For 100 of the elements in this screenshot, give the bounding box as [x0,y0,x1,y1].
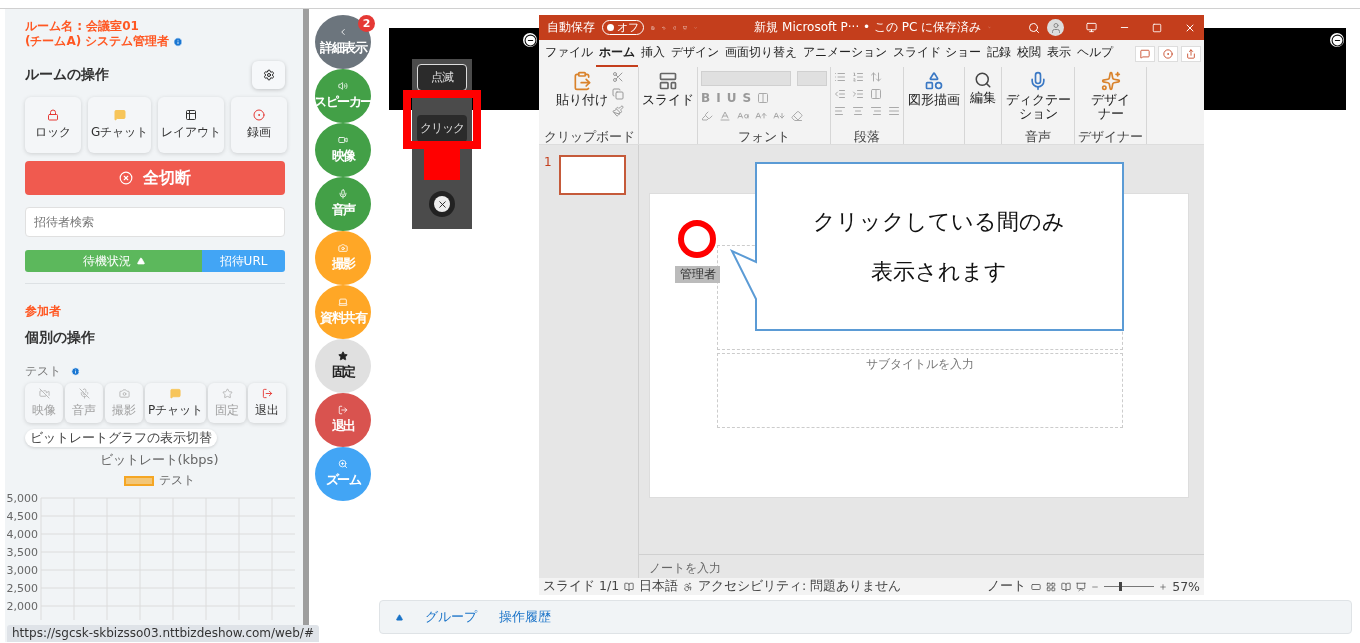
columns-icon[interactable] [870,88,882,100]
align-left-icon[interactable] [834,105,846,117]
maximize-icon[interactable] [1152,22,1162,33]
font-color-icon[interactable] [719,110,731,122]
participant-action-button[interactable]: Pチャット [145,383,207,423]
axis-tick-label: 3,500 [6,546,38,559]
user-role: (チームA) システム管理者 [25,34,170,49]
scissors-icon[interactable] [611,71,624,83]
eraser-icon[interactable] [791,110,803,122]
normal-view-icon[interactable] [1031,581,1042,592]
laptop-icon [338,297,348,307]
record-button[interactable] [1158,45,1178,62]
subtitle-placeholder-text: サブタイトルを入力 [866,356,974,373]
record-icon [1163,48,1173,59]
chevron-left-icon [338,27,348,37]
share-button[interactable] [1181,45,1201,62]
ribbon-tab[interactable]: 校閲 [1013,40,1044,67]
share-icon [1186,48,1196,59]
drawing-button[interactable]: 図形描画 [907,69,961,109]
room-action-button[interactable]: ロック [25,97,81,153]
numbered-list-icon[interactable] [852,71,864,83]
grid-icon [185,109,198,121]
comment-button[interactable] [1135,45,1155,62]
group-label: 段落 [853,129,881,144]
font-size-field[interactable] [797,71,827,86]
comment-icon [1140,48,1150,59]
grow-font-icon[interactable] [755,110,767,122]
monitor-icon[interactable] [1086,22,1097,33]
list-icon[interactable] [834,71,846,83]
ribbon-tab[interactable]: ファイル [542,40,596,67]
legend-label: テスト [158,472,195,489]
zoom-in-icon[interactable] [1159,582,1168,591]
reading-view-icon[interactable] [1061,581,1072,592]
ribbon-tab[interactable]: アニメーション [800,40,890,67]
room-action-button[interactable]: 録画 [231,97,288,153]
brush-icon[interactable] [611,105,624,117]
ribbon-tab[interactable]: 挿入 [638,40,668,67]
slideshow-icon[interactable] [1076,581,1087,592]
exit-icon [261,387,273,399]
sorter-view-icon[interactable] [1046,581,1057,592]
microphone-icon [1028,71,1048,91]
ribbon-tab[interactable]: デザイン [668,40,722,67]
accessibility-icon [683,581,694,592]
pointer-label: 管理者 [675,266,720,283]
ribbon-tab[interactable]: 表示 [1043,40,1074,67]
settings-icon [262,69,275,81]
outdent-icon[interactable] [834,88,846,100]
editing-button[interactable]: 編集 [968,69,998,107]
rail-button[interactable]: 固定 [315,339,371,393]
rail-button[interactable]: 退出 [315,393,371,447]
zoom-in-icon [338,459,348,469]
invitee-search-field[interactable]: 招待者検索 [25,207,285,237]
case-icon[interactable] [737,110,749,122]
line-spacing-icon[interactable] [870,71,882,83]
align-right-icon[interactable] [870,105,882,117]
participant-name: テスト [25,363,61,380]
indent-icon[interactable] [852,88,864,100]
dictation-button[interactable]: ディクテーション [1005,69,1071,123]
ribbon-tab[interactable]: 記録 [983,40,1014,67]
star-icon [338,351,348,361]
bottom-tab[interactable]: グループ [425,608,477,626]
pointer-mode-button[interactable]: 点滅 [417,64,467,91]
chat-icon [113,109,126,121]
axis-tick-label: 2,500 [6,582,38,595]
slide-number: 1 [544,155,552,169]
highlighter-icon[interactable] [701,110,713,122]
font-name-field[interactable] [701,71,791,86]
participant-action-button[interactable]: 退出 [248,383,287,423]
callout-text: クリックしている間のみ [813,207,1065,236]
info-icon [173,36,184,47]
paste-button[interactable]: 貼り付け [555,69,608,109]
ribbon-tab[interactable]: ヘルプ [1073,40,1116,67]
pointer-mode-button[interactable]: クリック [417,115,467,142]
slide-thumbnail[interactable] [558,155,626,195]
shrink-font-icon[interactable] [773,110,785,122]
ribbon-tab[interactable]: 画面切り替え [722,40,800,67]
close-button[interactable] [429,191,455,217]
callout-text: 表示されます [871,257,1007,286]
justify-icon[interactable] [888,105,900,117]
ribbon-tab[interactable]: ホーム [596,40,638,67]
chat-icon [170,387,182,399]
new-slide-button[interactable]: スライド [642,69,694,109]
designer-button[interactable]: デザイナー [1090,69,1131,123]
room-action-button[interactable]: レイアウト [158,97,225,153]
settings-button[interactable] [252,61,285,89]
align-center-icon[interactable] [852,105,864,117]
room-name: ルーム名 : 会議室01 [25,19,140,34]
record-icon [253,109,266,121]
ribbon-tab[interactable]: スライド ショー [890,40,984,67]
bottom-tab[interactable]: 操作履歴 [499,608,551,626]
bitrate-toggle-button[interactable]: ビットレートグラフの表示切替 [25,429,217,447]
minus-icon[interactable] [1330,33,1344,47]
lock-icon [47,109,59,121]
copy-icon[interactable] [611,88,624,100]
room-action-button[interactable]: Gチャット [88,97,152,153]
spacing-icon[interactable] [757,92,770,104]
search-icon[interactable] [1028,21,1040,34]
minus-icon[interactable] [523,33,537,47]
video-off-icon [38,387,50,399]
notes-button[interactable]: ノート [987,578,1027,595]
